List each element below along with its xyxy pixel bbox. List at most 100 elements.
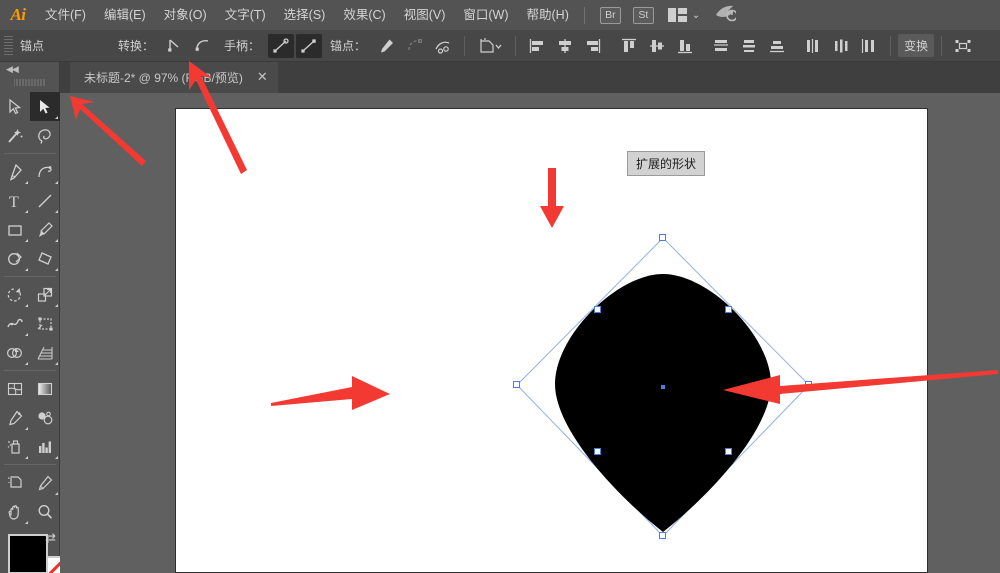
handles-label: 手柄：	[224, 39, 261, 53]
tool-perspective-grid[interactable]	[30, 338, 60, 367]
transform-handles-icon[interactable]	[950, 34, 976, 58]
tool-symbol-sprayer[interactable]	[0, 432, 30, 461]
distribute-hcenter-icon[interactable]	[828, 34, 854, 58]
convert-to-smooth-icon[interactable]	[190, 34, 216, 58]
transform-button[interactable]: 变换	[898, 34, 935, 57]
tool-width[interactable]	[0, 309, 30, 338]
tool-curvature[interactable]	[30, 157, 60, 186]
remove-anchor-icon[interactable]	[374, 34, 400, 58]
anchor-right[interactable]	[805, 381, 812, 388]
fill-swatch[interactable]	[8, 534, 48, 573]
anchor-left[interactable]	[513, 381, 520, 388]
menu-select[interactable]: 选择(S)	[275, 0, 335, 30]
anchor-top-left[interactable]	[594, 306, 601, 313]
illustrator-window: Ai 文件(F) 编辑(E) 对象(O) 文字(T) 选择(S) 效果(C) 视…	[0, 0, 1000, 573]
align-top-icon[interactable]	[616, 34, 642, 58]
tool-line-segment[interactable]	[30, 186, 60, 215]
control-bar: 锚点 转换： 手柄： 锚点： 变换	[0, 30, 1000, 62]
align-hcenter-icon[interactable]	[552, 34, 578, 58]
tool-mesh[interactable]	[0, 374, 30, 403]
tool-artboard[interactable]	[0, 468, 30, 497]
tools-divider-2	[4, 276, 56, 277]
menu-window[interactable]: 窗口(W)	[454, 0, 517, 30]
tool-direct-selection[interactable]	[30, 92, 60, 121]
tool-menu-indicator	[55, 492, 58, 495]
menu-type[interactable]: 文字(T)	[216, 0, 275, 30]
distribute-hright-icon[interactable]	[856, 34, 882, 58]
selected-shape-group[interactable]	[513, 234, 813, 540]
control-bar-grip[interactable]	[4, 35, 13, 56]
anchor-top[interactable]	[659, 234, 666, 241]
tool-scale[interactable]	[30, 280, 60, 309]
tool-shape-builder[interactable]	[0, 338, 30, 367]
tool-menu-indicator	[25, 456, 28, 459]
cut-path-icon[interactable]	[430, 34, 456, 58]
anchor-top-right[interactable]	[725, 306, 732, 313]
menu-view[interactable]: 视图(V)	[395, 0, 455, 30]
align-right-icon[interactable]	[580, 34, 606, 58]
connect-paths-icon[interactable]	[402, 34, 428, 58]
tool-menu-indicator	[25, 521, 28, 524]
menu-effect[interactable]: 效果(C)	[334, 0, 394, 30]
tool-eraser[interactable]	[30, 244, 60, 273]
tool-eyedropper[interactable]	[0, 403, 30, 432]
tool-menu-indicator	[25, 181, 28, 184]
menu-help[interactable]: 帮助(H)	[518, 0, 578, 30]
menubar-divider	[583, 6, 585, 24]
isolate-object-icon[interactable]	[473, 34, 507, 58]
distribute-vbottom-icon[interactable]	[764, 34, 790, 58]
bridge-button[interactable]: Br	[599, 6, 621, 24]
stock-button[interactable]: St	[632, 6, 654, 24]
workspace-switcher[interactable]: ⌄	[667, 8, 701, 22]
tools-panel-grip[interactable]	[13, 76, 46, 88]
align-left-icon[interactable]	[524, 34, 550, 58]
tool-free-transform[interactable]	[30, 309, 60, 338]
tool-rotate[interactable]	[0, 280, 30, 309]
align-vcenter-icon[interactable]	[644, 34, 670, 58]
tool-zoom[interactable]	[30, 497, 60, 526]
distribute-vtop-icon[interactable]	[708, 34, 734, 58]
show-handles-icon[interactable]	[268, 33, 295, 58]
artboard[interactable]: 扩展的形状	[175, 108, 928, 573]
anchor-bottom[interactable]	[659, 532, 666, 539]
distribute-hleft-icon[interactable]	[800, 34, 826, 58]
convert-to-corner-icon[interactable]	[162, 34, 188, 58]
tool-magic-wand[interactable]	[0, 121, 30, 150]
align-bottom-icon[interactable]	[672, 34, 698, 58]
hide-handles-icon[interactable]	[296, 33, 323, 58]
distribute-vcenter-icon[interactable]	[736, 34, 762, 58]
anchor-bottom-left[interactable]	[594, 448, 601, 455]
tool-paintbrush[interactable]	[30, 215, 60, 244]
tool-menu-indicator	[55, 181, 58, 184]
collapse-panel-icon[interactable]: ◀◀	[0, 62, 59, 76]
anchors-label: 锚点：	[330, 39, 367, 53]
tools-grid: T	[0, 92, 60, 526]
document-tab[interactable]: 未标题-2* @ 97% (RGB/预览) ✕	[70, 62, 278, 93]
control-divider-1	[464, 35, 466, 56]
app-logo-icon: Ai	[10, 5, 26, 24]
chevron-down-icon: ⌄	[691, 9, 701, 21]
menu-object[interactable]: 对象(O)	[155, 0, 216, 30]
menu-edit[interactable]: 编辑(E)	[95, 0, 155, 30]
tool-blend[interactable]	[30, 403, 60, 432]
tool-selection[interactable]	[0, 92, 30, 121]
menu-file[interactable]: 文件(F)	[36, 0, 95, 30]
tool-menu-indicator	[25, 427, 28, 430]
tool-hand[interactable]	[0, 497, 30, 526]
tool-rectangle[interactable]	[0, 215, 30, 244]
canvas-area[interactable]: 扩展的形状	[60, 93, 1000, 573]
tool-slice[interactable]	[30, 468, 60, 497]
tool-lasso[interactable]	[30, 121, 60, 150]
tool-menu-indicator	[25, 210, 28, 213]
swap-fill-stroke-icon[interactable]: ⇄	[45, 530, 56, 546]
help-search-icon[interactable]	[714, 4, 739, 27]
close-icon[interactable]: ✕	[257, 71, 268, 84]
center-point	[661, 385, 665, 389]
control-divider-2	[515, 35, 517, 56]
anchor-bottom-right[interactable]	[725, 448, 732, 455]
tool-gradient[interactable]	[30, 374, 60, 403]
tool-pen[interactable]	[0, 157, 30, 186]
tool-shaper[interactable]	[0, 244, 30, 273]
tool-type[interactable]: T	[0, 186, 30, 215]
tool-column-graph[interactable]	[30, 432, 60, 461]
